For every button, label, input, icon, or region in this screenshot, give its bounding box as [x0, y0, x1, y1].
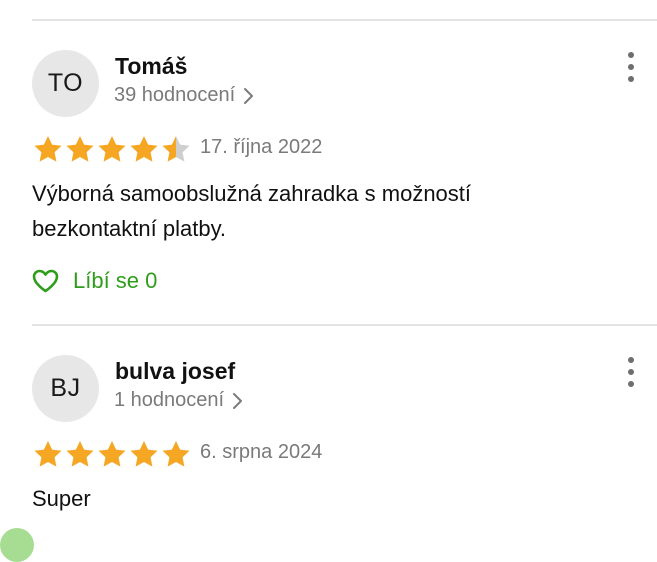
author-name[interactable]: Tomáš — [115, 53, 187, 80]
like-button[interactable]: Líbí se 0 — [32, 268, 157, 294]
avatar-initials: BJ — [50, 374, 81, 402]
review-card: BJ bulva josef 1 hodnocení 6. srpna 2024… — [32, 355, 657, 545]
avatar[interactable]: TO — [32, 50, 99, 117]
more-vertical-icon — [628, 52, 634, 58]
like-label: Líbí se 0 — [73, 268, 158, 293]
more-options-button[interactable] — [617, 52, 645, 82]
author-name[interactable]: bulva josef — [115, 358, 235, 385]
author-rating-count-link[interactable]: 39 hodnocení — [114, 84, 254, 107]
review-card: TO Tomáš 39 hodnocení 17. října 2022 Výb… — [32, 50, 657, 310]
star-icon — [162, 136, 190, 162]
avatar-initials: TO — [47, 69, 84, 97]
star-icon — [34, 136, 62, 162]
star-icon — [98, 136, 126, 162]
star-icon — [162, 441, 190, 467]
review-divider — [32, 324, 657, 326]
review-text: Super — [32, 486, 91, 511]
rating-count-label: 39 hodnocení — [114, 84, 236, 106]
star-icon — [130, 441, 158, 467]
chevron-right-icon — [243, 87, 254, 105]
author-rating-count-link[interactable]: 1 hodnocení — [114, 389, 243, 412]
review-date: 6. srpna 2024 — [200, 441, 323, 463]
star-icon — [130, 136, 158, 162]
heart-outline-icon — [32, 269, 59, 293]
review-text: Výborná samoobslužná zahradka s možností… — [32, 181, 472, 241]
chevron-right-icon — [232, 392, 243, 410]
star-rating — [32, 134, 192, 164]
more-options-button[interactable] — [617, 357, 645, 387]
like-button-partial[interactable] — [0, 528, 34, 562]
star-icon — [66, 441, 94, 467]
star-icon — [66, 136, 94, 162]
star-icon — [98, 441, 126, 467]
more-vertical-icon — [628, 357, 634, 363]
top-divider — [32, 19, 657, 21]
review-date: 17. října 2022 — [200, 136, 323, 158]
rating-count-label: 1 hodnocení — [114, 389, 225, 411]
avatar[interactable]: BJ — [32, 355, 99, 422]
star-icon — [34, 441, 62, 467]
star-rating — [32, 439, 192, 469]
